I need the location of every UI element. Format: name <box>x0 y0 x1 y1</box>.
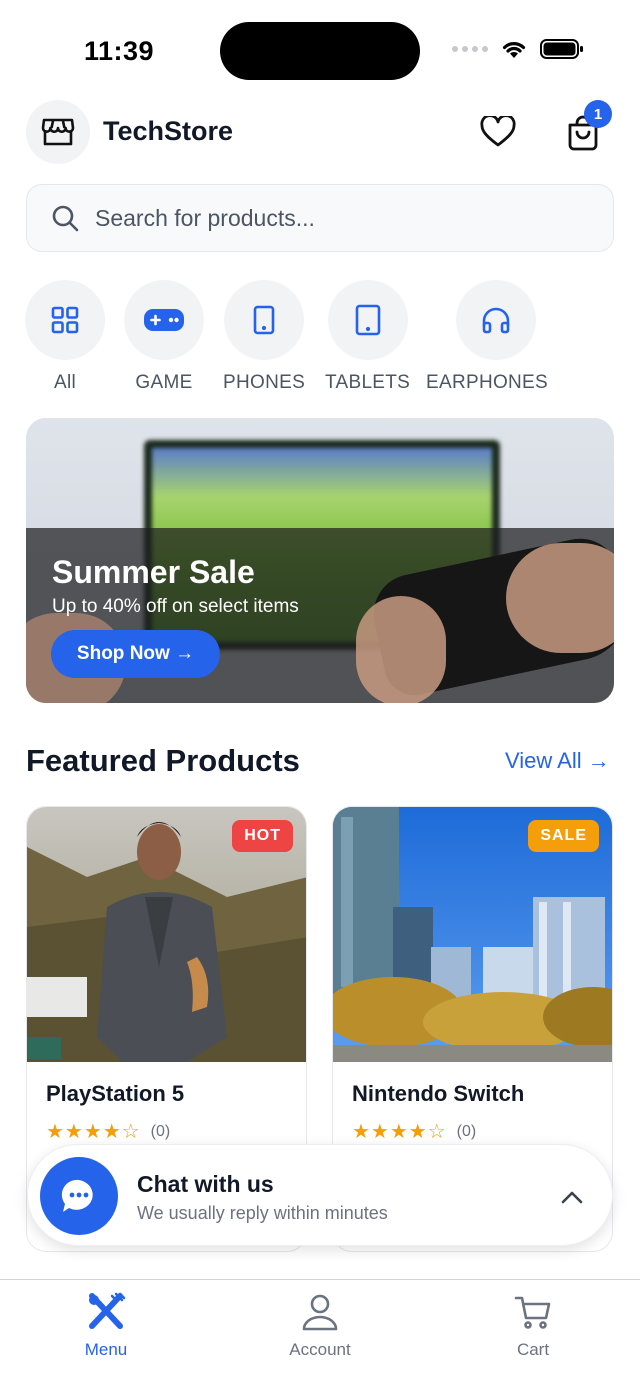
tab-label: Menu <box>84 1340 128 1359</box>
chat-title: Chat with us <box>137 1171 274 1197</box>
wifi-icon <box>502 42 526 58</box>
section-title: Featured Products <box>26 743 300 778</box>
tab-account[interactable]: Account <box>260 1292 380 1360</box>
fork-knife-icon <box>89 1292 126 1329</box>
bottom-tab-bar: Menu Account Cart <box>0 1279 640 1391</box>
rating-count: (0) <box>150 1122 171 1140</box>
rating-stars: ★★★★☆ <box>352 1121 447 1143</box>
product-name: Nintendo Switch <box>352 1081 525 1106</box>
banner-subtitle: Up to 40% off on select items <box>52 596 299 617</box>
category-phones[interactable]: PHONES <box>223 280 305 394</box>
gamepad-icon <box>144 309 184 331</box>
chat-button[interactable] <box>40 1157 118 1235</box>
category-label: GAME <box>135 372 193 393</box>
chat-widget[interactable]: Chat with us We usually reply within min… <box>27 1144 613 1246</box>
search-input[interactable] <box>95 204 575 232</box>
product-rating: ★★★★☆ (0) <box>352 1119 476 1144</box>
rating-stars: ★★★★☆ <box>46 1121 141 1143</box>
tab-menu[interactable]: Menu <box>46 1292 166 1360</box>
chat-expand-button[interactable] <box>558 1183 586 1211</box>
category-label: PHONES <box>223 372 306 393</box>
search-bar[interactable] <box>26 184 614 252</box>
store-logo[interactable] <box>26 100 90 164</box>
tab-label: Account <box>289 1340 351 1359</box>
phone-icon <box>253 305 275 335</box>
chat-bubble-icon <box>61 1179 93 1212</box>
signal-icon <box>452 46 488 52</box>
battery-icon <box>540 39 583 59</box>
promo-banner[interactable]: Summer Sale Up to 40% off on select item… <box>26 418 614 703</box>
shop-now-button[interactable]: Shop Now → <box>51 630 220 678</box>
category-label: All <box>53 372 76 393</box>
category-game[interactable]: GAME <box>124 280 204 394</box>
category-list: All GAME PHONES TABLETS EARPHONES <box>0 280 640 400</box>
brand-name: TechStore <box>103 116 234 146</box>
wishlist-button[interactable] <box>478 112 518 152</box>
person-icon <box>302 1294 338 1331</box>
view-all-link[interactable]: View All → <box>505 748 610 774</box>
headphones-icon <box>482 307 510 334</box>
chat-subtitle: We usually reply within minutes <box>137 1203 388 1223</box>
storefront-icon <box>41 118 75 146</box>
search-icon <box>51 204 79 232</box>
category-earphones[interactable]: EARPHONES <box>426 280 548 394</box>
tab-label: Cart <box>516 1340 550 1359</box>
status-icons <box>452 38 584 60</box>
status-bar: 11:39 <box>0 0 640 100</box>
rating-count: (0) <box>456 1122 477 1140</box>
grid-icon <box>51 306 79 334</box>
tablet-icon <box>355 304 380 336</box>
cart-count-badge: 1 <box>584 100 612 128</box>
dynamic-island <box>220 22 420 80</box>
category-tablets[interactable]: TABLETS <box>325 280 410 394</box>
cart-icon <box>514 1296 551 1329</box>
category-label: TABLETS <box>325 372 411 393</box>
banner-title: Summer Sale <box>52 554 255 590</box>
product-rating: ★★★★☆ (0) <box>46 1119 170 1144</box>
chevron-up-icon <box>561 1191 583 1204</box>
category-all[interactable]: All <box>25 280 105 394</box>
heart-icon <box>480 116 516 147</box>
product-name: PlayStation 5 <box>46 1081 185 1106</box>
tab-cart[interactable]: Cart <box>473 1292 593 1360</box>
product-badge: HOT <box>232 820 293 852</box>
app-header: TechStore 1 <box>26 100 614 164</box>
category-label: EARPHONES <box>426 372 549 393</box>
status-time: 11:39 <box>84 36 155 66</box>
product-badge: SALE <box>528 820 599 852</box>
